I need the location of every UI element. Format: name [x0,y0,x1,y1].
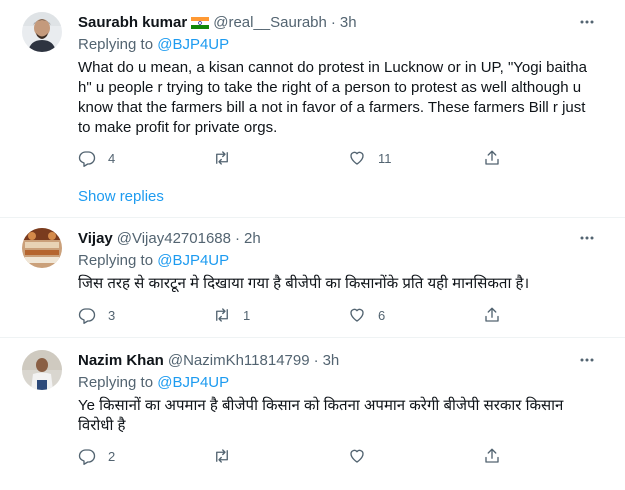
like-icon [350,308,364,322]
reply-count: 2 [108,448,116,464]
like-button[interactable]: 6 [348,305,385,325]
share-button[interactable] [483,446,501,466]
separator-dot: · [234,229,240,247]
avatar[interactable] [22,228,62,268]
separator-dot: · [313,351,319,369]
reply-icon [78,151,96,167]
retweet-button[interactable]: 1 [213,305,250,325]
share-button[interactable] [483,148,501,168]
author-handle[interactable]: @real__Saurabh [213,14,327,31]
india-flag-icon [191,16,210,29]
retweet-button[interactable] [213,148,243,168]
author-name[interactable]: Nazim Khan [78,352,164,369]
like-button[interactable]: 11 [348,148,392,168]
more-icon[interactable] [577,350,597,370]
author-handle[interactable]: @NazimKh11814799 [168,352,310,369]
reply-target-link[interactable]: @BJP4UP [157,374,229,391]
reply-button[interactable]: 2 [78,446,115,466]
retweet-icon [216,151,228,165]
author-handle[interactable]: @Vijay42701688 [117,230,231,247]
like-count: 11 [378,150,392,166]
share-icon [485,448,499,463]
tweet-text: जिस तरह से कारटून मे दिखाया गया है बीजेप… [78,275,530,292]
timestamp[interactable]: 3h [323,352,340,369]
author-name[interactable]: Saurabh kumar [78,14,187,31]
reply-button[interactable]: 3 [78,305,115,325]
tweet-text: What do u mean, a kisan cannot do protes… [78,59,587,136]
retweet-button[interactable] [213,446,243,466]
avatar[interactable] [22,12,62,52]
reply-count: 4 [108,150,116,166]
avatar[interactable] [22,350,62,390]
share-icon [485,150,499,165]
tweet-saurabh[interactable]: Saurabh kumar @real__Saurabh · 3h Replyi… [0,0,625,212]
retweet-count: 1 [243,307,251,323]
timestamp[interactable]: 2h [244,230,261,247]
show-replies-link[interactable]: Show replies [78,188,164,205]
more-icon[interactable] [577,228,597,248]
more-icon[interactable] [577,12,597,32]
timestamp[interactable]: 3h [340,14,357,31]
action-bar: 2 [78,446,518,466]
reply-count: 3 [108,307,116,323]
replying-to: Replying to @BJP4UP [78,36,229,53]
like-icon [350,449,364,463]
reply-target-link[interactable]: @BJP4UP [157,36,229,53]
replying-to: Replying to @BJP4UP [78,252,229,269]
reply-target-link[interactable]: @BJP4UP [157,252,229,269]
replying-to-label: Replying to [78,252,154,269]
reply-icon [78,308,96,324]
tweet-nazim[interactable]: Nazim Khan @NazimKh11814799 · 3h Replyin… [0,338,625,490]
tweet-text: Ye किसानों का अपमान है बीजेपी किसान को क… [78,397,564,434]
retweet-icon [216,449,228,463]
like-count: 6 [378,307,386,323]
like-button[interactable] [348,446,378,466]
reply-button[interactable]: 4 [78,148,115,168]
author-name[interactable]: Vijay [78,230,113,247]
share-button[interactable] [483,305,501,325]
replying-to: Replying to @BJP4UP [78,374,229,391]
replying-to-label: Replying to [78,36,154,53]
share-icon [485,307,499,322]
separator-dot: · [330,13,336,31]
tweet-vijay[interactable]: Vijay @Vijay42701688 · 2h Replying to @B… [0,218,625,336]
like-icon [350,151,364,165]
replying-to-label: Replying to [78,374,154,391]
action-bar: 3 1 6 [78,305,518,325]
retweet-icon [216,308,228,322]
action-bar: 4 11 [78,148,518,168]
reply-icon [78,449,96,465]
